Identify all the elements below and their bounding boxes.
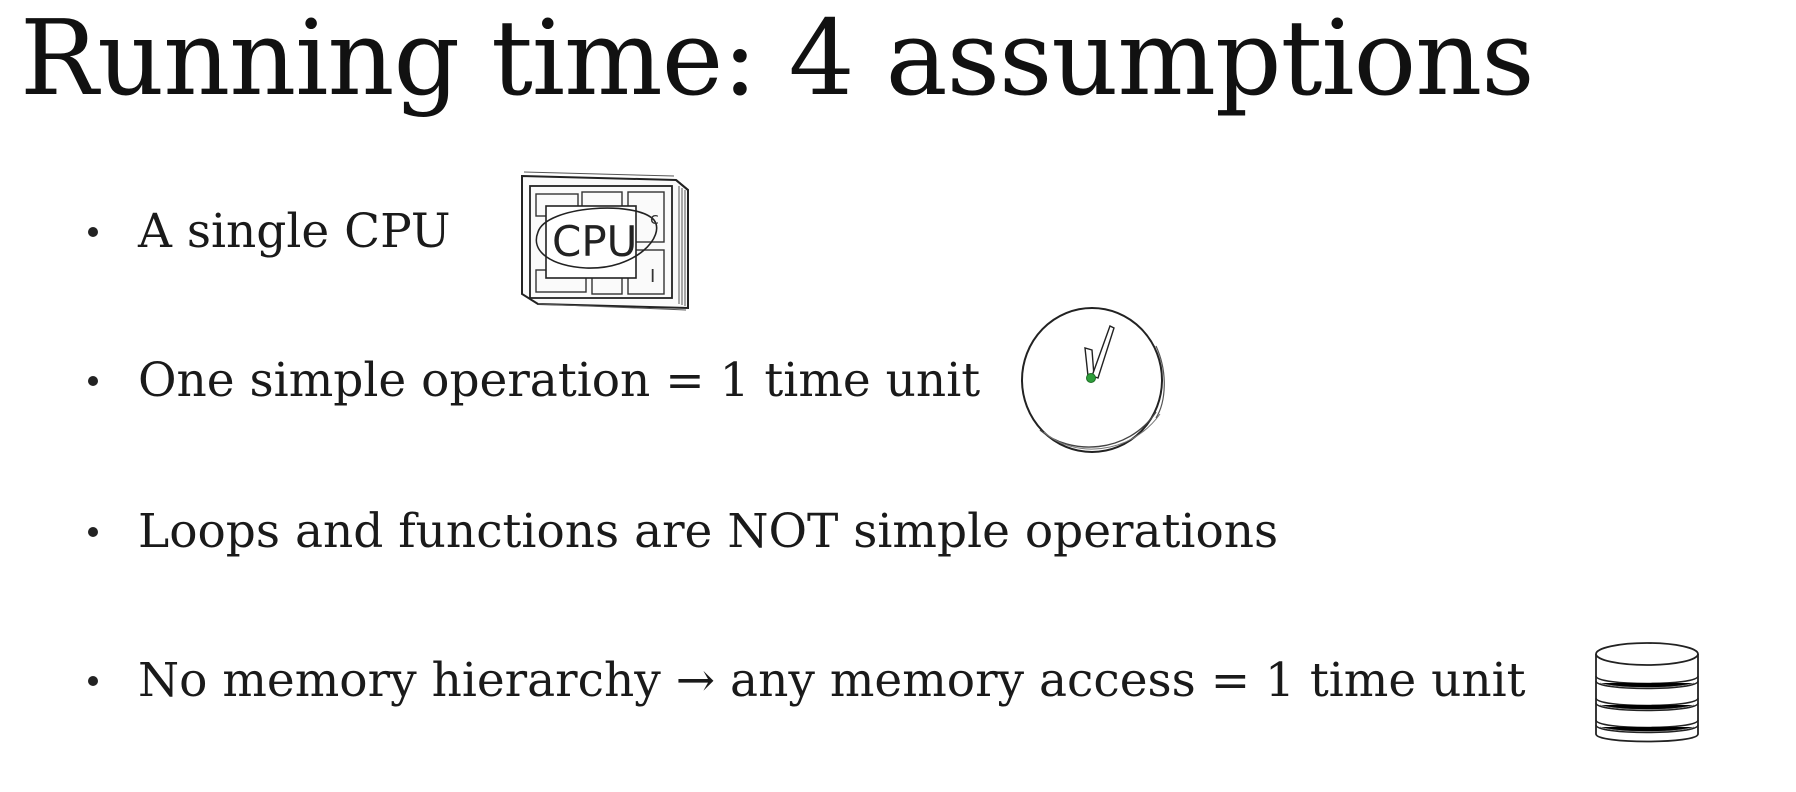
bullet-item-memory-hierarchy: No memory hierarchy → any memory access …	[88, 651, 1526, 711]
svg-text:CPU: CPU	[552, 217, 637, 266]
bullet-item-single-cpu: A single CPU	[88, 202, 451, 262]
bullet-dot-icon	[88, 676, 98, 686]
slide-title: Running time: 4 assumptions	[20, 0, 1535, 119]
svg-text:c: c	[650, 209, 659, 228]
cpu-chip-icon: CPU c I	[521, 171, 689, 311]
database-stack-icon	[1595, 642, 1699, 743]
bullet-dot-icon	[88, 376, 98, 386]
slide: Running time: 4 assumptions A single CPU…	[0, 0, 1796, 792]
bullet-item-simple-operation: One simple operation = 1 time unit	[88, 351, 980, 411]
clock-icon	[1021, 307, 1165, 453]
bullet-text: No memory hierarchy → any memory access …	[138, 653, 1526, 708]
bullet-dot-icon	[88, 527, 98, 537]
bullet-text: Loops and functions are NOT simple opera…	[138, 504, 1279, 559]
bullet-item-loops-functions: Loops and functions are NOT simple opera…	[88, 502, 1278, 562]
bullet-text: One simple operation = 1 time unit	[138, 353, 981, 408]
bullet-text: A single CPU	[138, 204, 451, 259]
bullet-dot-icon	[88, 227, 98, 237]
svg-text:I: I	[650, 266, 655, 287]
